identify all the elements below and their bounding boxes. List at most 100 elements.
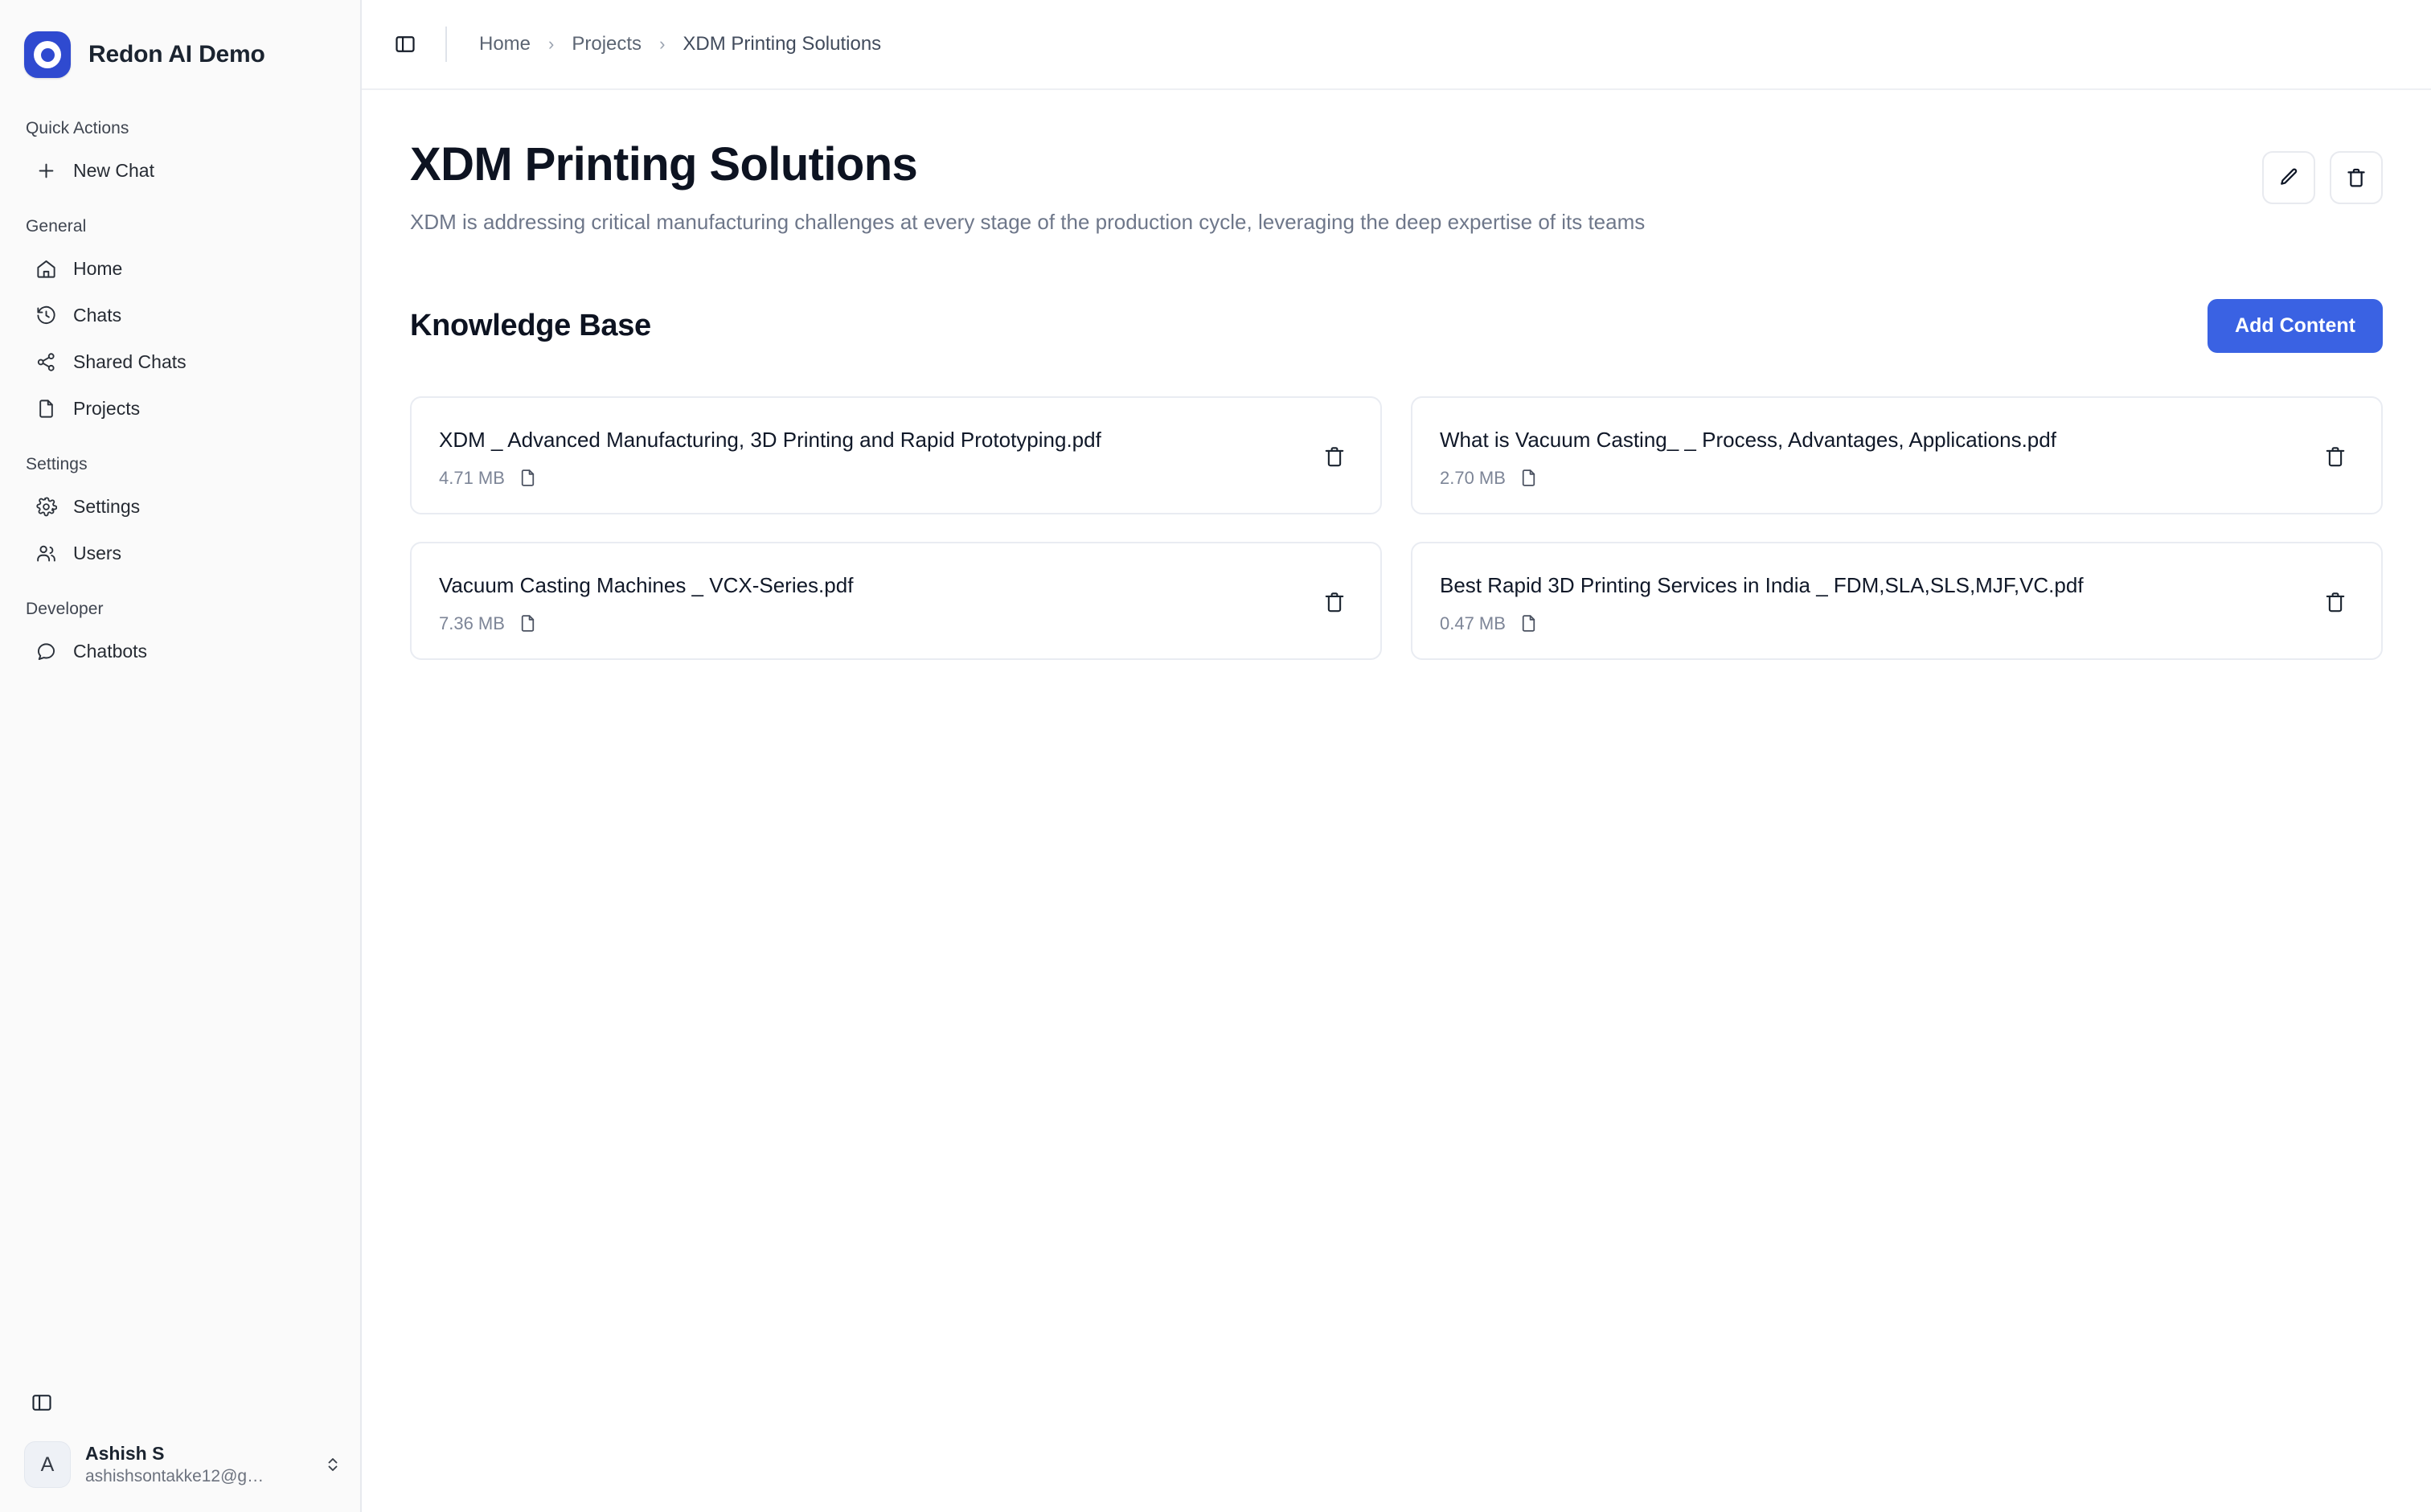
sidebar: Redon AI Demo Quick Actions New Chat Gen… [0,0,362,1512]
sidebar-item-label: Chatbots [73,640,148,662]
page-actions [2262,140,2383,204]
gear-icon [35,496,57,518]
kb-item-size: 4.71 MB [439,467,505,488]
nav-group-label: Developer [26,600,104,618]
page-content: XDM Printing Solutions XDM is addressing… [362,90,2431,1512]
logo-dot [40,47,55,62]
sidebar-collapse-button[interactable] [0,1391,360,1441]
kb-item-body: Best Rapid 3D Printing Services in India… [1440,571,2084,634]
kb-item-size: 7.36 MB [439,613,505,633]
delete-knowledge-item-button[interactable] [2317,438,2354,475]
sidebar-item-users[interactable]: Users [8,531,346,576]
sidebar-panel-icon [396,36,415,52]
delete-knowledge-item-button[interactable] [1316,438,1353,475]
knowledge-base-item[interactable]: Best Rapid 3D Printing Services in India… [1411,541,2383,660]
breadcrumb-item-current: XDM Printing Solutions [683,33,882,55]
knowledge-base-item[interactable]: Vacuum Casting Machines _ VCX-Series.pdf… [410,541,1382,660]
kb-item-body: What is Vacuum Casting_ _ Process, Advan… [1440,425,2056,489]
file-icon [1522,615,1535,632]
trash-icon [1325,447,1344,467]
page-title: XDM Printing Solutions [410,138,918,191]
logo-ring [34,41,61,68]
sidebar-item-label: Projects [73,397,141,419]
breadcrumb-separator: › [659,34,666,54]
kb-item-size: 2.70 MB [1440,467,1506,488]
delete-project-button[interactable] [2330,151,2383,204]
topbar: Home › Projects › XDM Printing Solutions [362,0,2431,90]
sidebar-item-new-chat[interactable]: New Chat [8,148,346,193]
page-subtitle: XDM is addressing critical manufacturing… [410,209,1646,234]
nav-group-general: General Home Chats Shared Chats Projects [0,204,360,431]
sidebar-item-label: Home [73,257,123,279]
sidebar-toggle-button[interactable] [394,33,416,55]
page-header: XDM Printing Solutions XDM is addressing… [410,138,2383,236]
plus-icon [35,160,57,182]
avatar: A [24,1441,71,1488]
home-icon [35,258,57,280]
sidebar-item-chatbots[interactable]: Chatbots [8,629,346,674]
add-content-button[interactable]: Add Content [2208,298,2383,353]
file-icon [521,469,535,486]
file-icon [521,615,535,632]
kb-item-name: What is Vacuum Casting_ _ Process, Advan… [1440,427,2056,452]
breadcrumb-separator: › [548,34,555,54]
message-circle-icon [35,641,57,662]
page-header-text: XDM Printing Solutions XDM is addressing… [410,138,1646,236]
knowledge-base-title: Knowledge Base [410,308,651,342]
kb-item-name: Best Rapid 3D Printing Services in India… [1440,572,2084,597]
delete-knowledge-item-button[interactable] [1316,584,1353,621]
user-email: ashishsontakke12@g… [85,1467,264,1485]
sidebar-item-label: Users [73,542,122,563]
history-clock-icon [35,305,57,326]
main-area: Home › Projects › XDM Printing Solutions… [362,0,2431,1512]
nav-group-developer: Developer Chatbots [0,587,360,674]
edit-project-button[interactable] [2262,151,2315,204]
trash-icon [2347,168,2365,187]
sidebar-item-shared-chats[interactable]: Shared Chats [8,339,346,384]
sidebar-item-home[interactable]: Home [8,246,346,291]
breadcrumb: Home › Projects › XDM Printing Solutions [479,33,881,55]
topbar-divider [445,27,447,62]
sidebar-item-projects[interactable]: Projects [8,386,346,431]
kb-item-meta: 4.71 MB [439,468,1101,489]
breadcrumb-item-home[interactable]: Home [479,33,531,55]
file-icon [1522,469,1535,486]
delete-knowledge-item-button[interactable] [2317,584,2354,621]
user-profile-button[interactable]: A Ashish S ashishsontakke12@g… [0,1441,360,1512]
knowledge-base-header: Knowledge Base Add Content [410,298,2383,353]
users-icon [35,543,57,564]
nav-group-quick-actions: Quick Actions New Chat [0,106,360,193]
sidebar-panel-icon [32,1395,51,1411]
brand[interactable]: Redon AI Demo [0,0,360,90]
nav-group-label: General [26,217,87,236]
sidebar-item-label: Chats [73,304,122,326]
kb-item-name: XDM _ Advanced Manufacturing, 3D Printin… [439,427,1101,452]
nav-group-settings: Settings Settings Users [0,442,360,576]
chevrons-up-down-icon[interactable] [323,1455,342,1474]
knowledge-base-item[interactable]: XDM _ Advanced Manufacturing, 3D Printin… [410,395,1382,514]
trash-icon [2326,592,2345,613]
app-root: Redon AI Demo Quick Actions New Chat Gen… [0,0,2431,1512]
breadcrumb-item-projects[interactable]: Projects [572,33,642,55]
trash-icon [1325,592,1344,613]
sidebar-nav: Quick Actions New Chat General Home Chat… [0,90,360,685]
kb-item-meta: 7.36 MB [439,613,853,634]
sidebar-item-label: Settings [73,495,141,517]
kb-item-body: XDM _ Advanced Manufacturing, 3D Printin… [439,425,1101,489]
kb-item-meta: 0.47 MB [1440,613,2084,634]
pencil-icon [2281,168,2298,185]
kb-item-meta: 2.70 MB [1440,468,2056,489]
user-meta: Ashish S ashishsontakke12@g… [85,1443,309,1486]
knowledge-base-item[interactable]: What is Vacuum Casting_ _ Process, Advan… [1411,395,2383,514]
sidebar-item-label: Shared Chats [73,350,187,372]
sidebar-item-settings[interactable]: Settings [8,484,346,529]
trash-icon [2326,447,2345,467]
target-circle-icon [24,31,71,78]
kb-item-size: 0.47 MB [1440,613,1506,633]
user-name: Ashish S [85,1443,165,1464]
kb-item-body: Vacuum Casting Machines _ VCX-Series.pdf… [439,571,853,634]
sidebar-item-chats[interactable]: Chats [8,293,346,338]
knowledge-base-grid: XDM _ Advanced Manufacturing, 3D Printin… [410,395,2383,660]
brand-name: Redon AI Demo [88,41,265,68]
